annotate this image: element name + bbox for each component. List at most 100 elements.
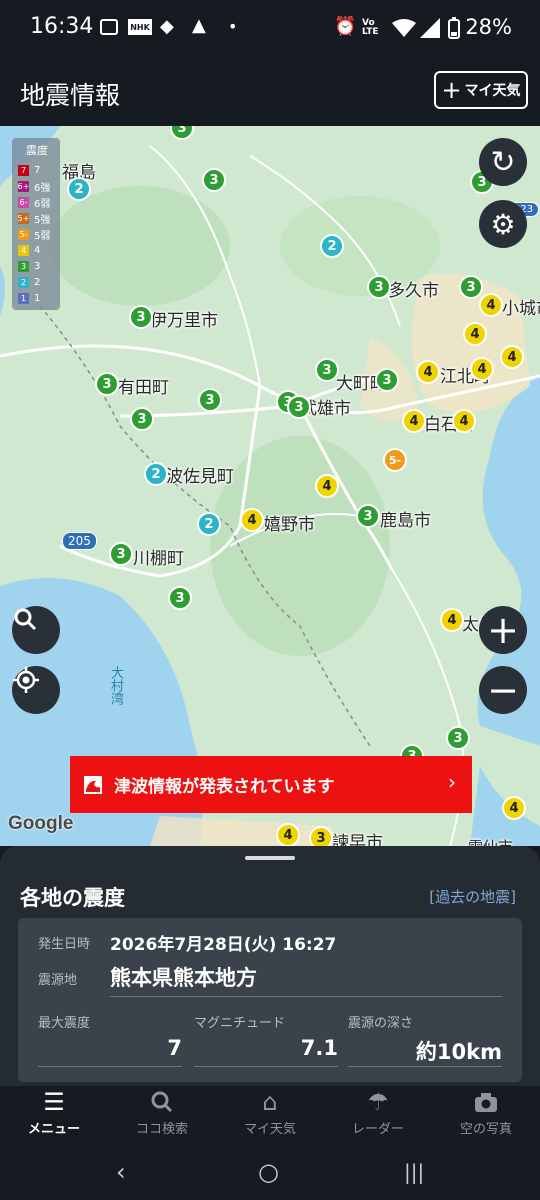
current-location-button[interactable] — [12, 666, 60, 714]
intensity-marker[interactable]: 4 — [402, 409, 426, 433]
intensity-marker[interactable]: 5- — [383, 448, 407, 472]
recent-apps-icon[interactable]: ||| — [404, 1160, 424, 1184]
legend-rows: 7 7 6+ 6強 6- 6弱 5+ 5強 5- 5弱 4 4 3 3 2 2 1 1 — [14, 162, 60, 306]
add-my-weather-label: マイ天気 — [464, 83, 521, 99]
place-isahaya: 諫早市 — [332, 833, 383, 846]
legend-label: 6強 — [34, 182, 51, 194]
legend-swatch: 7 — [18, 164, 29, 176]
intensity-marker[interactable]: 3 — [202, 168, 226, 192]
umbrella-icon: ☂ — [367, 1088, 389, 1116]
intensity-marker[interactable]: 3 — [309, 826, 333, 846]
legend-row: 5- 5弱 — [14, 226, 60, 242]
quake-info-sheet: 各地の震度 [過去の地震] 発生日時 2026年7月28日(火) 16:27 震… — [0, 846, 540, 1086]
intensity-marker[interactable]: 3 — [287, 395, 311, 419]
intensity-marker[interactable]: 4 — [416, 360, 440, 384]
volte-icon: Vo LTE — [362, 18, 379, 37]
intensity-marker[interactable]: 3 — [446, 726, 470, 750]
wifi-icon — [392, 19, 416, 37]
divider — [38, 1066, 182, 1067]
tsunami-alert-text: 津波情報が発表されています — [114, 777, 335, 797]
intensity-marker[interactable]: 2 — [144, 462, 168, 486]
intensity-marker[interactable]: 4 — [440, 608, 464, 632]
place-taku: 多久市 — [388, 281, 439, 301]
legend-swatch: 6- — [18, 196, 29, 208]
place-ureshino: 嬉野市 — [264, 515, 315, 535]
intensity-marker[interactable]: 3 — [315, 358, 339, 382]
gmail-icon — [100, 19, 118, 35]
legend-swatch: 2 — [18, 276, 29, 288]
divider — [348, 1066, 502, 1067]
sheet-title: 各地の震度 — [20, 886, 125, 910]
quake-detail-card: 発生日時 2026年7月28日(火) 16:27 震源地 熊本県熊本地方 最大震… — [18, 918, 522, 1082]
status-bar: 16:34 NHK ◆ ▲ • ⏰ Vo LTE 28% — [0, 0, 540, 58]
alarm-icon: ⏰ — [334, 16, 357, 37]
intensity-marker[interactable]: 3 — [356, 504, 380, 528]
intensity-marker[interactable]: 3 — [459, 275, 483, 299]
plus-icon: + — [441, 76, 462, 104]
tsunami-alert-banner[interactable]: 津波情報が発表されています › — [70, 756, 472, 813]
intensity-marker[interactable]: 3 — [375, 368, 399, 392]
menu-icon: ☰ — [43, 1088, 65, 1116]
intensity-marker[interactable]: 2 — [320, 234, 344, 258]
intensity-marker[interactable]: 2 — [197, 512, 221, 536]
nav-menu-label: メニュー — [27, 1122, 80, 1137]
refresh-icon: ↻ — [490, 144, 516, 180]
google-attribution: Google — [8, 813, 74, 834]
nav-sky-photos[interactable]: 空の写真 — [432, 1086, 540, 1146]
plus-icon: + — [487, 608, 519, 652]
battery-icon — [448, 17, 460, 39]
intensity-marker[interactable]: 2 — [67, 177, 91, 201]
intensity-marker[interactable]: 3 — [168, 586, 192, 610]
zoom-in-button[interactable]: + — [479, 606, 527, 654]
nav-my-weather[interactable]: ⌂ マイ天気 — [216, 1086, 324, 1146]
intensity-marker[interactable]: 3 — [367, 275, 391, 299]
back-icon[interactable]: ‹ — [116, 1158, 126, 1186]
intensity-marker[interactable]: 3 — [129, 305, 153, 329]
gear-icon: ⚙ — [490, 207, 516, 241]
camera-icon — [475, 1093, 497, 1112]
weather-news-icon: ◆ — [160, 16, 174, 37]
nav-menu[interactable]: ☰ メニュー — [0, 1086, 108, 1146]
map-search-button[interactable] — [12, 606, 60, 654]
intensity-marker[interactable]: 4 — [479, 293, 503, 317]
nav-radar[interactable]: ☂ レーダー — [324, 1086, 432, 1146]
legend-label: 4 — [34, 244, 41, 256]
refresh-button[interactable]: ↻ — [479, 138, 527, 186]
intensity-marker[interactable]: 3 — [95, 372, 119, 396]
status-time: 16:34 — [30, 14, 94, 39]
legend-label: 2 — [34, 276, 41, 288]
intensity-marker[interactable]: 4 — [502, 796, 526, 820]
intensity-marker[interactable]: 3 — [109, 542, 133, 566]
app-bar: 地震情報 + マイ天気 — [0, 58, 540, 126]
legend-label: 6弱 — [34, 198, 51, 210]
add-my-weather-button[interactable]: + マイ天気 — [434, 71, 528, 109]
legend-label: 3 — [34, 260, 41, 272]
map-view[interactable]: 福島 伊万里市 有田町 波佐見町 川棚町 嬉野市 鹿島市 武雄市 大町町 多久市… — [0, 126, 540, 846]
intensity-marker[interactable]: 4 — [500, 345, 524, 369]
search-icon — [151, 1091, 173, 1113]
intensity-marker[interactable]: 4 — [470, 357, 494, 381]
legend-row: 6+ 6強 — [14, 178, 60, 194]
magnitude-label: マグニチュード — [194, 1016, 286, 1031]
settings-button[interactable]: ⚙ — [479, 200, 527, 248]
past-earthquakes-link[interactable]: [過去の地震] — [429, 886, 516, 907]
nav-location-search[interactable]: ココ検索 — [108, 1086, 216, 1146]
intensity-marker[interactable]: 4 — [276, 823, 300, 846]
home-button-icon[interactable]: ○ — [258, 1158, 279, 1186]
divider — [110, 996, 502, 997]
intensity-marker[interactable]: 3 — [130, 407, 154, 431]
intensity-marker[interactable]: 4 — [315, 474, 339, 498]
legend-swatch: 6+ — [17, 180, 30, 192]
sheet-drag-handle[interactable] — [245, 856, 295, 860]
dot-icon: • — [228, 17, 238, 36]
tsunami-icon — [84, 775, 102, 794]
zoom-out-button[interactable]: − — [479, 666, 527, 714]
route-205-badge: 205 — [62, 532, 97, 550]
intensity-marker[interactable]: 4 — [240, 508, 264, 532]
legend-swatch: 1 — [18, 292, 29, 304]
intensity-marker[interactable]: 4 — [452, 409, 476, 433]
intensity-marker[interactable]: 3 — [198, 388, 222, 412]
legend-swatch: 5+ — [17, 212, 30, 224]
intensity-marker[interactable]: 4 — [463, 322, 487, 346]
place-ogi: 小城市 — [502, 299, 540, 319]
